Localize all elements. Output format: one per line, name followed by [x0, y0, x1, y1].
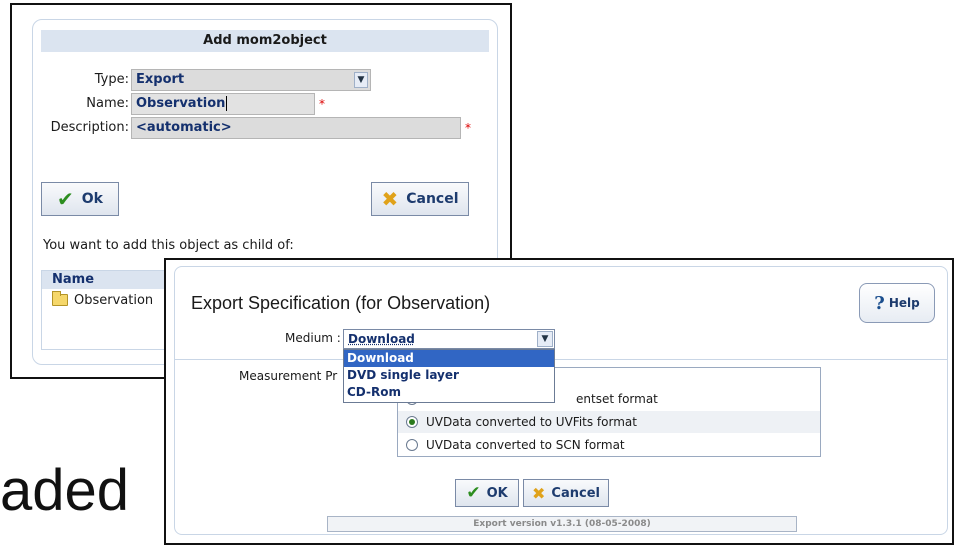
medium-label: Medium : — [285, 331, 341, 345]
table-row[interactable]: Observation — [52, 291, 153, 309]
type-label: Type: — [94, 72, 129, 87]
medium-option-download[interactable]: Download — [344, 350, 554, 367]
type-select[interactable]: Export ▼ — [131, 69, 371, 91]
cancel-x-icon: ✖ — [532, 483, 546, 503]
description-input[interactable]: <automatic> — [131, 117, 461, 139]
chevron-down-icon[interactable]: ▼ — [537, 331, 553, 347]
format-option-label: UVData converted to SCN format — [426, 438, 625, 452]
slide-background-text: aded — [0, 458, 130, 523]
help-button[interactable]: ? Help — [859, 283, 935, 323]
name-label: Name: — [86, 96, 129, 111]
table-cell-name: Observation — [74, 292, 154, 308]
radio-unselected[interactable] — [406, 439, 418, 451]
help-button-label: Help — [888, 296, 920, 310]
ok-button[interactable]: ✔ Ok — [41, 182, 119, 216]
folder-icon — [52, 291, 68, 306]
chevron-down-icon[interactable]: ▼ — [354, 72, 368, 88]
radio-selected[interactable] — [406, 416, 418, 428]
parent-prompt-text: You want to add this object as child of: — [43, 238, 294, 253]
checkmark-icon: ✔ — [57, 187, 74, 211]
divider — [175, 359, 947, 360]
export-spec-window: Export Specification (for Observation) ?… — [164, 258, 954, 545]
page-title: Export Specification (for Observation) — [191, 293, 491, 313]
cancel-button-label: Cancel — [551, 485, 600, 501]
type-value: Export — [136, 72, 185, 87]
cancel-button[interactable]: ✖ Cancel — [371, 182, 469, 216]
cancel-x-icon: ✖ — [381, 187, 399, 211]
help-question-icon: ? — [874, 292, 885, 314]
description-label: Description: — [50, 120, 129, 135]
required-marker: * — [465, 121, 471, 135]
version-footer: Export version v1.3.1 (08-05-2008) — [327, 516, 797, 532]
cancel-button-label: Cancel — [406, 191, 459, 207]
text-cursor — [226, 96, 228, 111]
name-value: Observation — [136, 96, 226, 111]
medium-option-dvd[interactable]: DVD single layer — [344, 367, 554, 384]
medium-option-cdrom[interactable]: CD-Rom — [344, 384, 554, 401]
format-option-row[interactable]: UVData converted to SCN format — [398, 434, 820, 456]
name-input[interactable]: Observation — [131, 93, 315, 115]
medium-select[interactable]: Download ▼ — [343, 329, 555, 349]
cancel-button[interactable]: ✖ Cancel — [523, 479, 609, 507]
ok-button[interactable]: ✔ OK — [455, 479, 519, 507]
ok-button-label: OK — [486, 485, 508, 501]
format-option-label: entset format — [576, 392, 658, 406]
ok-button-label: Ok — [81, 191, 103, 207]
format-option-label: UVData converted to UVFits format — [426, 415, 637, 429]
required-marker: * — [319, 97, 325, 111]
medium-selected-value: Download — [348, 332, 415, 346]
dialog-title: Add mom2object — [41, 30, 489, 52]
export-spec-panel: Export Specification (for Observation) ?… — [174, 266, 948, 535]
format-option-row[interactable]: UVData converted to UVFits format — [398, 411, 820, 433]
measurement-label: Measurement Pr — [239, 369, 338, 383]
description-value: <automatic> — [136, 120, 232, 135]
checkmark-icon: ✔ — [466, 483, 481, 503]
medium-dropdown-list[interactable]: Download DVD single layer CD-Rom — [343, 349, 555, 403]
